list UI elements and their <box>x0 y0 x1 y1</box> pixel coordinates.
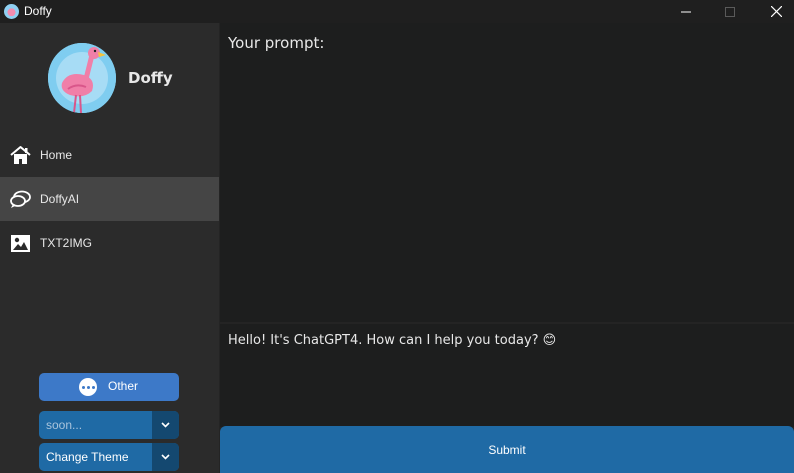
sidebar-item-home[interactable]: Home <box>0 133 219 177</box>
maximize-icon <box>725 6 735 17</box>
sidebar: Doffy Home DoffyAI TXT2IMG Other soon...… <box>0 23 219 473</box>
chevron-down-icon <box>161 454 170 460</box>
response-output[interactable]: Hello! It's ChatGPT4. How can I help you… <box>220 324 794 427</box>
window-title: Doffy <box>24 4 52 18</box>
main-panel: Your prompt: Hello! It's ChatGPT4. How c… <box>219 23 794 473</box>
maximize-button[interactable] <box>707 0 753 23</box>
sidebar-item-doffyai[interactable]: DoffyAI <box>0 177 219 221</box>
flamingo-icon <box>4 4 19 19</box>
prompt-input[interactable]: Your prompt: <box>220 23 794 322</box>
image-icon <box>11 234 30 252</box>
chevron-down-icon <box>161 422 170 428</box>
sidebar-item-label: DoffyAI <box>40 192 80 206</box>
sidebar-item-txt2img[interactable]: TXT2IMG <box>0 221 219 265</box>
close-icon <box>770 6 782 17</box>
app-window: Doffy Doffy Home DoffyAI TXT2IMG Other s… <box>0 0 794 473</box>
minimize-icon <box>681 11 691 12</box>
brand-name: Doffy <box>128 69 173 87</box>
submit-button[interactable]: Submit <box>220 426 794 473</box>
model-select-value: soon... <box>46 418 83 432</box>
chat-bubbles-icon <box>10 190 31 208</box>
response-text: Hello! It's ChatGPT4. How can I help you… <box>228 333 557 348</box>
sidebar-item-label: Home <box>40 148 73 162</box>
flamingo-logo <box>48 43 116 113</box>
submit-label: Submit <box>488 442 526 457</box>
other-button[interactable]: Other <box>39 373 179 401</box>
model-select[interactable]: soon... <box>39 411 179 439</box>
theme-select-dropdown[interactable] <box>152 443 179 471</box>
prompt-label: Your prompt: <box>228 34 325 52</box>
other-button-label: Other <box>108 379 139 393</box>
sidebar-item-label: TXT2IMG <box>40 236 93 250</box>
home-icon <box>10 145 31 164</box>
theme-select-value: Change Theme <box>46 450 129 464</box>
model-select-dropdown[interactable] <box>152 411 179 439</box>
theme-select[interactable]: Change Theme <box>39 443 179 471</box>
more-icon <box>79 378 97 396</box>
close-button[interactable] <box>753 0 794 23</box>
minimize-button[interactable] <box>663 0 709 23</box>
title-bar: Doffy <box>0 0 794 23</box>
